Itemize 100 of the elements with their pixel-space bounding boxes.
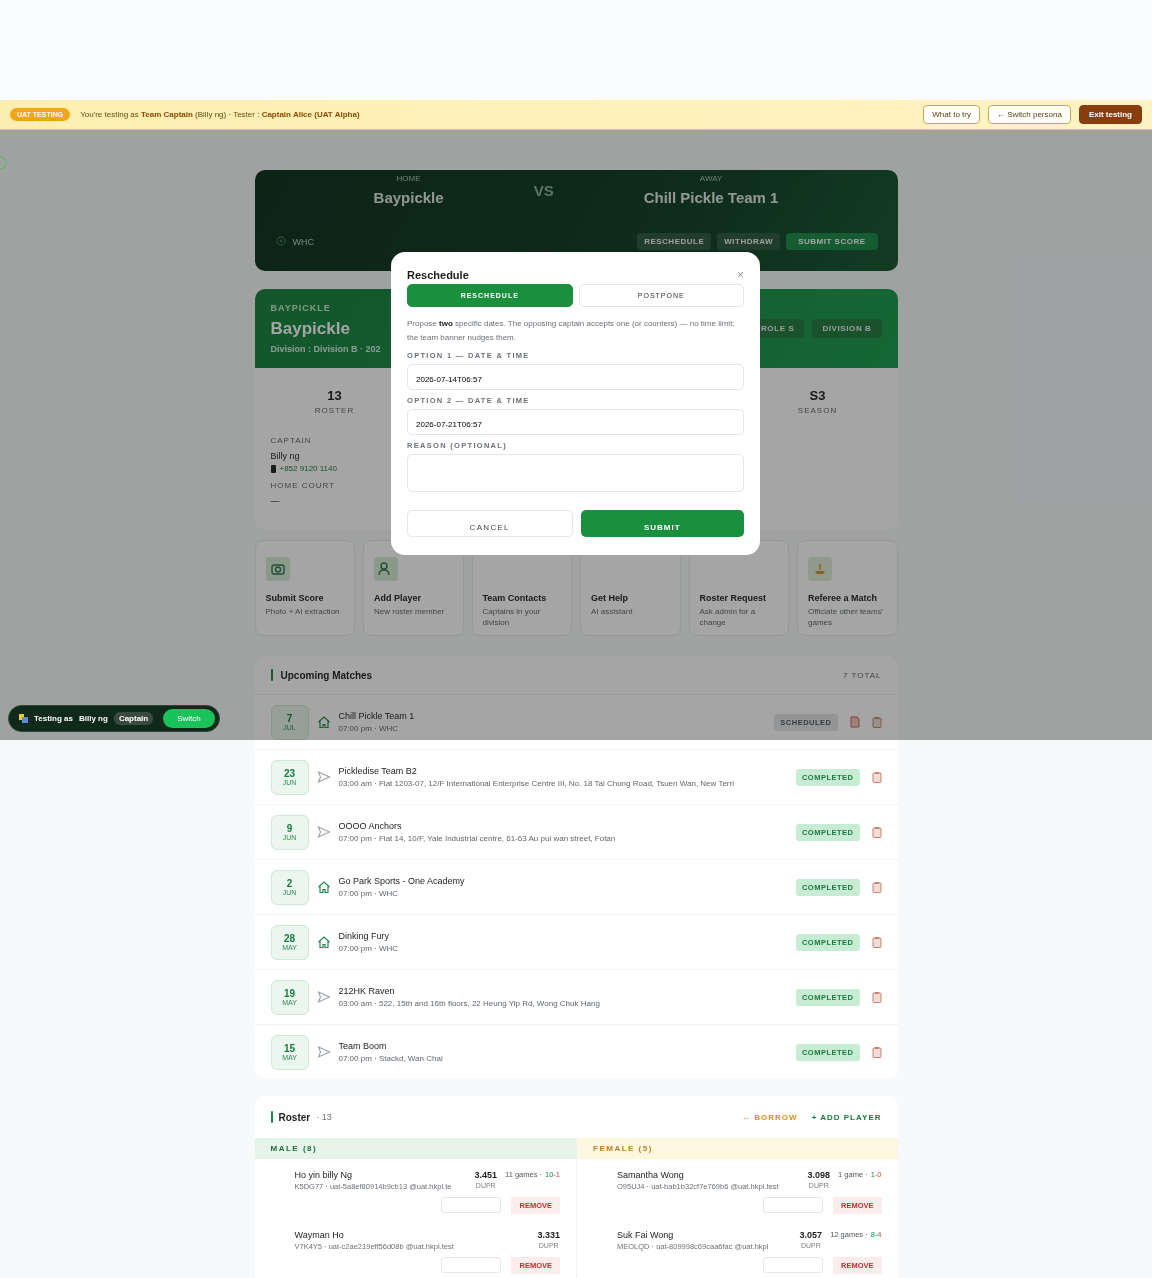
home-court-label: HOME COURT (270, 481, 336, 490)
match-details: 07:00 pm · WHC (338, 889, 400, 898)
action-card[interactable]: Referee a Match Officiate other teams' games (797, 540, 898, 636)
rating-value: 3.098 (807, 1170, 831, 1180)
opponent-name[interactable]: Dinking Fury (338, 931, 788, 941)
add-player-link[interactable]: + ADD PLAYER (811, 1112, 882, 1122)
team-badge: DIVISION B (812, 319, 882, 338)
rating-value: 3.451 (474, 1170, 497, 1180)
stat-label: ROSTER (314, 406, 355, 415)
player-name[interactable]: Ho yin billy Ng (294, 1170, 467, 1180)
home-icon (316, 880, 331, 894)
clipboard-icon[interactable] (871, 991, 882, 1003)
action-title: Add Player (374, 593, 423, 603)
dialog-description: Propose two specific dates. The opposing captain accepts one (or counters) — no time limit; the team banner nudges them. (407, 318, 736, 344)
dialog-title: Reschedule (407, 269, 469, 281)
group-header: FEMALE (5) (577, 1138, 898, 1159)
match-details: 07:00 pm · WHC (338, 724, 400, 733)
action-title: Roster Request (699, 593, 767, 603)
clipboard-icon[interactable] (871, 771, 882, 783)
document-icon[interactable] (849, 716, 860, 728)
clipboard-icon[interactable] (871, 826, 882, 838)
opponent-name[interactable]: Go Park Sports - One Academy (338, 876, 788, 886)
opponent-name[interactable]: Team Boom (338, 1041, 788, 1051)
location-icon (274, 235, 287, 248)
group-header: MALE (8) (254, 1138, 576, 1159)
submit-button[interactable]: SUBMIT (580, 510, 744, 537)
action-title: Referee a Match (808, 593, 879, 603)
rating-value: 3.331 (537, 1230, 560, 1240)
stat-value: S3 (809, 388, 826, 403)
section-title: Upcoming Matches (280, 669, 373, 681)
action-title: Team Contacts (482, 593, 548, 603)
home-label: HOME (396, 174, 421, 183)
opponent-name[interactable]: Chill Pickle Team 1 (338, 711, 767, 721)
persona-icon (19, 714, 28, 723)
rating-value: 3.057 (799, 1230, 823, 1240)
captain-label: CAPTAIN (270, 436, 312, 445)
action-subtitle: Photo + AI extraction (265, 606, 341, 618)
input-field[interactable] (441, 1197, 502, 1213)
banner-button[interactable]: ← Switch persona (987, 105, 1071, 124)
banner-button[interactable]: Exit testing (1078, 105, 1142, 124)
banner-message: You're testing as Team Captain (Billy ng) · Tester : Captain Alice (UAT Alpha) (80, 110, 360, 119)
team-eyebrow: BAYPICKLE (270, 303, 332, 313)
person-icon (374, 557, 398, 581)
phone-icon (270, 464, 276, 473)
opponent-name[interactable]: OOOO Anchors (338, 821, 788, 831)
action-subtitle: New roster member (374, 606, 446, 618)
action-subtitle: Officiate other teams' games (808, 606, 885, 629)
clipboard-icon[interactable] (871, 716, 882, 728)
home-team: Baypickle (373, 189, 444, 206)
reason-field[interactable] (407, 454, 744, 492)
date-time-field[interactable]: 2026-07-21T06:57 (407, 409, 744, 435)
input-field[interactable] (763, 1197, 823, 1213)
send-icon (316, 1045, 331, 1059)
team-division: Division : Division B · 202 (270, 344, 381, 354)
action-subtitle: AI assistant (591, 606, 634, 618)
home-court: — (270, 496, 280, 506)
action-subtitle: Captains in your division (482, 606, 542, 629)
input-field[interactable] (441, 1257, 502, 1273)
action-card[interactable]: Submit Score Photo + AI extraction (254, 540, 355, 636)
send-icon (316, 770, 331, 784)
input-field[interactable] (763, 1257, 823, 1273)
roster-count: · 13 (316, 1112, 332, 1122)
match-details: 07:00 pm · Stackd, Wan Chai (338, 1054, 444, 1063)
player-name[interactable]: Samantha Wong (617, 1170, 800, 1180)
home-icon (316, 935, 331, 949)
venue: WHC (292, 236, 314, 247)
captain-phone[interactable]: +852 9120 1140 (279, 464, 337, 473)
match-details: 03:00 am · Flat 1203-07, 12/F International Enterprise Centre III, No. 18 Tai Chung Road, Tsuen Wan, New Terri (338, 779, 735, 788)
match-details: 03:00 am · 522, 15th and 16th floors, 22 Heung Yip Rd, Wong Chuk Hang (338, 999, 601, 1008)
banner-button[interactable]: What to try (923, 105, 980, 124)
captain-name: Billy ng (270, 451, 300, 461)
stat-label: SEASON (797, 406, 838, 415)
match-action-button[interactable]: WITHDRAW (717, 233, 781, 250)
stat-value: 13 (327, 388, 342, 403)
away-team: Chill Pickle Team 1 (643, 189, 779, 206)
opponent-name[interactable]: Pickledise Team B2 (338, 766, 788, 776)
camera-icon (265, 557, 290, 581)
action-subtitle: Ask admin for a change (699, 606, 757, 629)
match-details: 07:00 pm · Flat 14, 10/F, Yale Industrial centre, 61-63 Au pui wan street, Fotan (338, 834, 617, 843)
section-title: Roster (278, 1111, 311, 1123)
role-chip: Captain (113, 712, 154, 725)
cancel-button[interactable]: CANCEL (407, 510, 573, 537)
team-name: Baypickle (270, 319, 351, 339)
opponent-name[interactable]: 212HK Raven (338, 986, 788, 996)
pill-label: Testing as (34, 714, 73, 723)
clipboard-icon[interactable] (871, 1046, 882, 1058)
action-title: Submit Score (265, 593, 325, 603)
clipboard-icon[interactable] (871, 936, 882, 948)
send-icon (316, 825, 331, 839)
date-time-field[interactable]: 2026-07-14T06:57 (407, 364, 744, 390)
persona-name: Billy ng (79, 714, 108, 723)
clipboard-icon[interactable] (871, 881, 882, 893)
player-name[interactable]: Wayman Ho (294, 1230, 530, 1240)
player-name[interactable]: Suk Fai Wong (617, 1230, 792, 1240)
action-title: Get Help (591, 593, 629, 603)
match-count: 7 TOTAL (842, 670, 882, 680)
vs-label: VS (533, 181, 554, 199)
match-action-button[interactable]: RESCHEDULE (637, 233, 712, 250)
away-label: AWAY (699, 174, 723, 183)
match-details: 07:00 pm · WHC (338, 944, 400, 953)
